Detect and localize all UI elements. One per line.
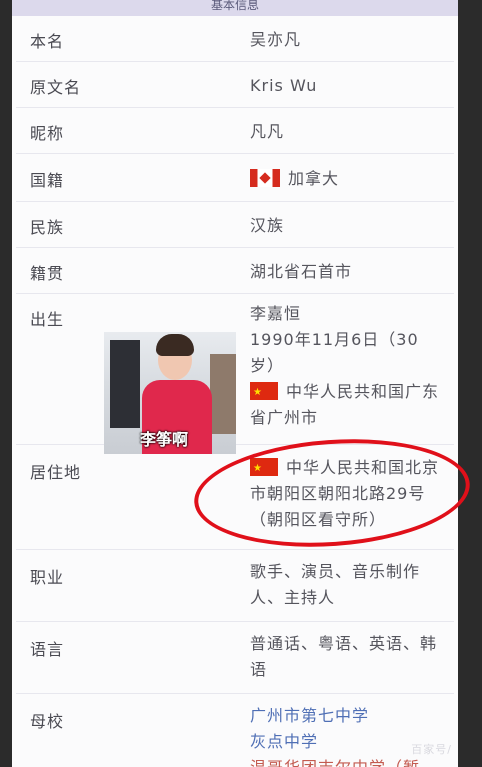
row-ethnicity: 民族 汉族: [16, 202, 454, 248]
value-ethnicity: 汉族: [250, 216, 285, 235]
watermark: 百家号/: [411, 743, 452, 756]
photo-caption: 李筝啊: [140, 430, 189, 449]
value-real-name: 吴亦凡: [250, 30, 302, 49]
label-nationality: 国籍: [30, 171, 65, 190]
label-hometown: 籍贯: [30, 264, 65, 283]
birth-place: 中华人民共和国广东省广州市: [250, 379, 440, 431]
row-alma-mater: 母校 广州市第七中学 灰点中学 温哥华团吉尔中学（暂: [16, 694, 454, 767]
row-nickname: 昵称 凡凡: [16, 108, 454, 154]
value-nationality: 加拿大: [250, 166, 440, 192]
row-real-name: 本名 吴亦凡: [16, 16, 454, 62]
row-hometown: 籍贯 湖北省石首市: [16, 248, 454, 294]
value-hometown: 湖北省石首市: [250, 262, 353, 281]
birth-name: 李嘉恒: [250, 304, 302, 323]
label-residence: 居住地: [30, 463, 82, 482]
value-nickname: 凡凡: [250, 122, 285, 141]
nationality-text: 加拿大: [288, 169, 340, 188]
section-header: 基本信息: [12, 0, 458, 16]
row-residence: 居住地 中华人民共和国北京市朝阳区朝阳北路29号（朝阳区看守所）: [16, 445, 454, 550]
value-alma-mater: 广州市第七中学 灰点中学 温哥华团吉尔中学（暂: [250, 703, 440, 767]
value-original-name: Kris Wu: [250, 76, 318, 95]
label-language: 语言: [30, 640, 65, 659]
school-1[interactable]: 广州市第七中学: [250, 703, 440, 729]
photo-person-hair: [156, 334, 194, 356]
row-occupation: 职业 歌手、演员、音乐制作人、主持人: [16, 550, 454, 622]
label-alma-mater: 母校: [30, 712, 65, 731]
row-language: 语言 普通话、粤语、英语、韩语: [16, 622, 454, 694]
label-birth: 出生: [30, 310, 65, 329]
row-original-name: 原文名 Kris Wu: [16, 62, 454, 108]
label-ethnicity: 民族: [30, 218, 65, 237]
label-real-name: 本名: [30, 32, 65, 51]
value-residence: 中华人民共和国北京市朝阳区朝阳北路29号（朝阳区看守所）: [250, 455, 440, 533]
photo-shelf: [210, 354, 236, 434]
label-nickname: 昵称: [30, 124, 65, 143]
canada-flag-icon: [250, 169, 280, 187]
value-language: 普通话、粤语、英语、韩语: [250, 634, 438, 679]
value-birth: 李嘉恒 1990年11月6日（30岁） 中华人民共和国广东省广州市: [250, 301, 440, 431]
row-nationality: 国籍 加拿大: [16, 154, 454, 202]
birth-date: 1990年11月6日（30岁）: [250, 330, 419, 375]
value-occupation: 歌手、演员、音乐制作人、主持人: [250, 562, 421, 607]
info-panel: 基本信息 本名 吴亦凡 原文名 Kris Wu 昵称 凡凡 国籍 加拿大 民族 …: [12, 0, 458, 767]
china-flag-icon: [250, 456, 278, 482]
label-occupation: 职业: [30, 568, 65, 587]
label-original-name: 原文名: [30, 78, 82, 97]
photo-window: [110, 340, 140, 428]
overlay-photo: 李筝啊: [104, 332, 236, 454]
china-flag-icon: [250, 380, 278, 406]
